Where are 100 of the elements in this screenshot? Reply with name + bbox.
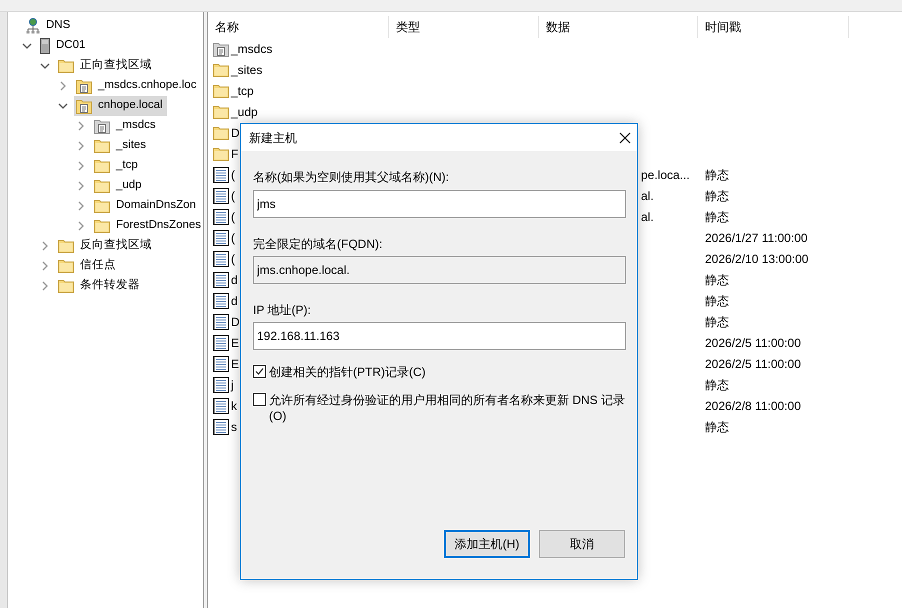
folder-icon	[213, 146, 229, 160]
folder-icon	[94, 139, 110, 153]
zone-icon	[76, 78, 92, 94]
folder-icon	[94, 159, 110, 173]
chevron-down-icon[interactable]	[58, 101, 68, 111]
record-icon	[213, 250, 229, 266]
fqdn-field[interactable]: jms.cnhope.local.	[253, 256, 626, 284]
chevron-right-icon[interactable]	[40, 241, 50, 251]
timestamp-cell: 2026/2/10 13:00:00	[705, 252, 808, 266]
tree-item[interactable]: _msdcs.cnhope.loc	[74, 76, 200, 96]
timestamp-cell: 静态	[705, 272, 729, 286]
tree-item[interactable]: _msdcs	[92, 116, 160, 136]
chevron-right-icon[interactable]	[40, 281, 50, 291]
ip-address-field[interactable]: 192.168.11.163	[253, 322, 626, 350]
chevron-right-icon[interactable]	[76, 121, 86, 131]
name-cell-text: D	[231, 314, 240, 330]
folder-icon	[58, 259, 74, 273]
chevron-right-icon[interactable]	[76, 201, 86, 211]
name-cell-text: d	[231, 272, 238, 288]
chevron-right-icon[interactable]	[58, 81, 68, 91]
tree-item[interactable]: 条件转发器	[56, 276, 144, 296]
zone-icon	[213, 40, 229, 56]
name-cell-text: (	[231, 230, 235, 246]
add-host-button[interactable]: 添加主机(H)	[444, 530, 530, 558]
zone-icon	[76, 98, 92, 114]
column-header[interactable]: 名称	[208, 16, 389, 38]
tree-item[interactable]: 反向查找区域	[56, 236, 156, 256]
column-header[interactable]: 时间戳	[698, 16, 849, 38]
name-cell-text: _udp	[231, 104, 258, 120]
tree-item[interactable]: _udp	[92, 176, 146, 196]
folder-icon	[94, 179, 110, 193]
name-cell-text: s	[231, 418, 237, 436]
cancel-button[interactable]: 取消	[539, 530, 625, 558]
timestamp-cell: 2026/1/27 11:00:00	[705, 230, 808, 244]
name-field[interactable]: jms	[253, 190, 626, 218]
record-icon	[213, 272, 229, 288]
field-label: 名称(如果为空则使用其父域名称)(N):	[253, 169, 450, 185]
record-icon	[213, 314, 229, 330]
data-cell: al.	[641, 188, 654, 202]
record-icon	[213, 418, 229, 434]
tree-item[interactable]: 信任点	[56, 256, 120, 276]
tree-item[interactable]: _tcp	[92, 156, 142, 176]
data-cell: al.	[641, 210, 654, 224]
timestamp-cell: 静态	[705, 188, 729, 202]
name-cell-text: (	[231, 208, 235, 226]
timestamp-cell: 静态	[705, 210, 729, 224]
record-icon	[213, 334, 229, 350]
name-cell-text: E	[231, 356, 240, 372]
checkbox-label: 创建相关的指针(PTR)记录(C)	[269, 364, 427, 380]
folder-icon	[213, 104, 229, 118]
chevron-right-icon[interactable]	[76, 221, 86, 231]
name-cell-text: D	[231, 124, 240, 142]
name-cell-text: F	[231, 146, 238, 162]
chevron-down-icon[interactable]	[40, 61, 50, 71]
tree-item[interactable]: 正向查找区域	[56, 56, 156, 76]
timestamp-cell: 2026/2/8 11:00:00	[705, 398, 801, 412]
record-icon	[213, 292, 229, 308]
chevron-down-icon[interactable]	[22, 41, 32, 51]
folder-icon	[58, 239, 74, 253]
column-header[interactable]: 类型	[389, 16, 539, 38]
tree-item[interactable]: cnhope.local	[74, 96, 167, 116]
folder-icon	[94, 219, 110, 233]
name-cell-text: (	[231, 166, 235, 184]
record-icon	[213, 356, 229, 372]
timestamp-cell: 静态	[705, 378, 729, 392]
name-cell-text: d	[231, 292, 238, 310]
name-cell-text: E	[231, 334, 240, 352]
folder-icon	[58, 279, 74, 293]
chevron-right-icon[interactable]	[76, 181, 86, 191]
record-icon	[213, 188, 229, 204]
chevron-right-icon[interactable]	[76, 141, 86, 151]
chevron-right-icon[interactable]	[76, 161, 86, 171]
folder-icon	[213, 84, 229, 98]
timestamp-cell: 2026/2/5 11:00:00	[705, 336, 801, 350]
tree-item[interactable]: DNS	[24, 16, 74, 36]
tree-item[interactable]: ForestDnsZones	[92, 216, 203, 236]
name-cell-text: _tcp	[231, 82, 254, 100]
field-label: IP 地址(P):	[253, 302, 312, 318]
dialog-title: 新建主机	[249, 130, 297, 146]
tree-item[interactable]: _sites	[92, 136, 150, 156]
timestamp-cell: 静态	[705, 294, 729, 308]
tree-item[interactable]: DC01	[38, 36, 90, 56]
close-icon[interactable]	[619, 132, 631, 144]
checkbox[interactable]	[253, 393, 266, 406]
timestamp-cell: 静态	[705, 420, 729, 434]
chevron-right-icon[interactable]	[40, 261, 50, 271]
record-icon	[213, 376, 229, 392]
server-icon	[40, 38, 50, 54]
network-icon	[26, 18, 40, 34]
timestamp-cell: 静态	[705, 168, 729, 182]
checkbox[interactable]	[253, 365, 266, 378]
name-cell-text: (	[231, 188, 235, 204]
record-icon	[213, 230, 229, 246]
record-icon	[213, 166, 229, 182]
tree-item[interactable]: DomainDnsZon	[92, 196, 200, 216]
name-cell-text: k	[231, 398, 237, 414]
zone-icon	[94, 118, 110, 134]
folder-icon	[213, 126, 229, 140]
name-cell-text: _msdcs	[231, 40, 272, 58]
column-header[interactable]: 数据	[539, 16, 698, 38]
